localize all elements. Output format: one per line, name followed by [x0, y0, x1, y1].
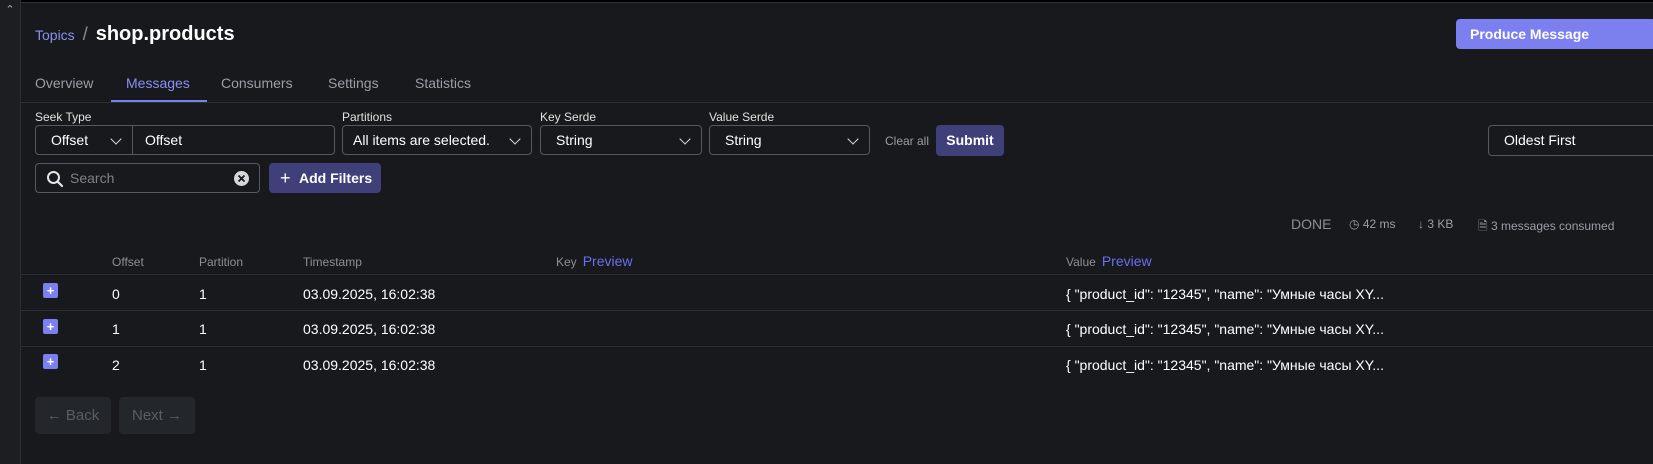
- bytes-consumed: ↓ 3 KB: [1418, 217, 1454, 231]
- chevron-down-icon: [847, 133, 859, 145]
- document-icon: 🗎: [1478, 219, 1488, 233]
- chevron-down-icon: [679, 133, 691, 145]
- column-partition: Partition: [199, 255, 244, 269]
- elapsed-time: ◷ 42 ms: [1349, 217, 1396, 231]
- status-text: DONE: [1291, 216, 1332, 232]
- row-offset: 0: [112, 286, 120, 302]
- value-preview-link[interactable]: Preview: [1102, 253, 1152, 269]
- row-partition: 1: [199, 286, 207, 302]
- key-serde-select[interactable]: String: [540, 125, 702, 155]
- seek-type-select[interactable]: Offset: [35, 125, 133, 155]
- collapse-chevron-icon[interactable]: ⌃: [4, 4, 16, 16]
- value-serde-label: Value Serde: [709, 110, 775, 124]
- back-button[interactable]: ← Back: [35, 397, 111, 434]
- row-timestamp: 03.09.2025, 16:02:38: [303, 321, 436, 337]
- breadcrumb-topics-link[interactable]: Topics: [35, 27, 75, 43]
- expand-row-button[interactable]: +: [43, 283, 58, 298]
- expand-row-button[interactable]: +: [43, 319, 58, 334]
- chevron-down-icon: [110, 133, 122, 145]
- clock-icon: ◷: [1349, 217, 1360, 231]
- search-input[interactable]: [70, 169, 220, 187]
- row-timestamp: 03.09.2025, 16:02:38: [303, 357, 436, 373]
- produce-message-button[interactable]: Produce Message: [1456, 19, 1653, 49]
- row-partition: 1: [199, 357, 207, 373]
- tab-overview[interactable]: Overview: [35, 75, 93, 91]
- submit-button[interactable]: Submit: [936, 125, 1004, 156]
- tab-consumers[interactable]: Consumers: [221, 75, 293, 91]
- seek-offset-value: Offset: [145, 132, 183, 148]
- add-filters-button[interactable]: + Add Filters: [269, 163, 381, 193]
- page-title: shop.products: [95, 23, 235, 45]
- plus-icon: +: [280, 168, 291, 188]
- divider: [21, 346, 1653, 347]
- clear-all-button[interactable]: Clear all: [885, 134, 929, 148]
- seek-type-value: Offset: [51, 132, 89, 148]
- tab-messages[interactable]: Messages: [126, 75, 190, 91]
- row-offset: 2: [112, 357, 120, 373]
- column-value: Value Preview: [1066, 253, 1152, 269]
- row-partition: 1: [199, 321, 207, 337]
- partitions-select[interactable]: All items are selected.: [342, 125, 532, 155]
- breadcrumb-separator: /: [82, 24, 88, 44]
- clear-search-icon[interactable]: [234, 171, 249, 186]
- divider: [21, 274, 1653, 275]
- row-offset: 1: [112, 321, 120, 337]
- seek-type-label: Seek Type: [35, 110, 92, 124]
- search-box: [35, 163, 260, 193]
- search-icon: [47, 171, 64, 188]
- row-value[interactable]: { "product_id": "12345", "name": "Умные …: [1066, 321, 1384, 337]
- partitions-label: Partitions: [342, 110, 393, 124]
- key-serde-value: String: [556, 132, 593, 148]
- tab-settings[interactable]: Settings: [328, 75, 379, 91]
- column-offset: Offset: [112, 255, 144, 269]
- row-value[interactable]: { "product_id": "12345", "name": "Умные …: [1066, 357, 1384, 373]
- column-key: Key Preview: [556, 253, 633, 269]
- key-serde-label: Key Serde: [540, 110, 597, 124]
- active-tab-indicator: [111, 100, 207, 102]
- tab-statistics[interactable]: Statistics: [415, 75, 471, 91]
- sort-order-select[interactable]: Oldest First: [1488, 125, 1653, 156]
- messages-consumed: 🗎 3 messages consumed: [1478, 219, 1615, 233]
- key-preview-link[interactable]: Preview: [583, 253, 633, 269]
- arrow-down-icon: ↓: [1418, 217, 1424, 231]
- main-panel: Topics / shop.products Produce Message O…: [21, 2, 1653, 464]
- expand-row-button[interactable]: +: [43, 354, 58, 369]
- tab-bar: Overview Messages Consumers Settings Sta…: [21, 63, 1653, 103]
- breadcrumb: Topics / shop.products: [35, 23, 235, 46]
- partitions-value: All items are selected.: [353, 132, 490, 148]
- row-timestamp: 03.09.2025, 16:02:38: [303, 286, 436, 302]
- left-rail: ⌃: [0, 0, 21, 464]
- add-filters-label: Add Filters: [299, 170, 373, 186]
- column-timestamp: Timestamp: [303, 255, 362, 269]
- value-serde-value: String: [725, 132, 762, 148]
- value-serde-select[interactable]: String: [709, 125, 870, 155]
- seek-offset-input[interactable]: Offset: [132, 125, 335, 155]
- next-button[interactable]: Next →: [119, 397, 195, 434]
- divider: [21, 310, 1653, 311]
- row-value[interactable]: { "product_id": "12345", "name": "Умные …: [1066, 286, 1384, 302]
- chevron-down-icon: [509, 133, 521, 145]
